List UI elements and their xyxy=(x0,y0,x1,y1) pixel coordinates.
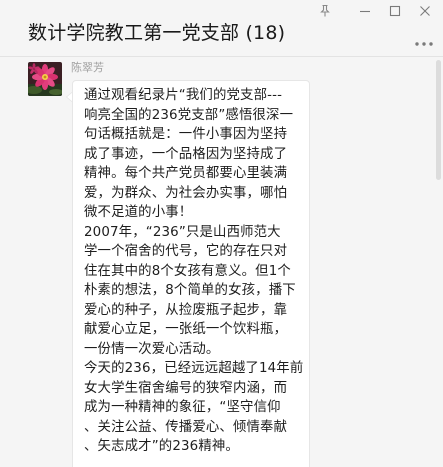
message-line: 2007年，“236”只是山西师范大 xyxy=(84,224,281,240)
message-line: 响亮全国的236党支部”感悟很深一 xyxy=(84,107,294,123)
message-line: 女大学生宿舍编号的狭窄内涵，而 xyxy=(84,380,288,396)
minimize-icon[interactable] xyxy=(358,4,372,18)
title-divider xyxy=(0,56,443,57)
message-line: 成为一种精神的象征，“坚守信仰 xyxy=(84,400,281,415)
message-line: 成了事迹，一个品格因为坚持成了 xyxy=(84,146,288,162)
chat-window: 数计学院教工第一党支部 (18) 陈翠芳 通过观看纪录片“我们的党支部--- 响… xyxy=(0,0,443,467)
message-line: 通过观看纪录片“我们的党支部--- xyxy=(84,88,283,103)
more-dots-icon[interactable] xyxy=(414,32,434,46)
message-line: 住在其中的8个女孩有意义。但1个 xyxy=(84,263,291,279)
message-line: 爱，为群众、为社会办实事，哪怕 xyxy=(84,185,288,201)
message-line: 句话概括就是：一件小事因为坚持 xyxy=(84,127,288,142)
sender-name: 陈翠芳 xyxy=(71,61,104,74)
message-line: 、矢志成才”的236精神。 xyxy=(84,439,239,454)
flower-avatar[interactable] xyxy=(28,62,62,96)
message-line: 朴素的想法，8个简单的女孩，播下 xyxy=(84,283,296,298)
chat-title: 数计学院教工第一党支部 (18) xyxy=(28,22,286,44)
message-line: 今天的236，已经远远超越了14年前 xyxy=(84,361,304,376)
message-line: 爱心的种子，从捡废瓶子起步，靠 xyxy=(84,302,288,318)
message-line: 献爱心立足，一张纸一个饮料瓶， xyxy=(84,322,288,337)
message-bubble[interactable]: 通过观看纪录片“我们的党支部--- 响亮全国的236党支部”感悟很深一 句话概括… xyxy=(72,80,310,467)
chat-scrollbar[interactable] xyxy=(436,60,441,180)
message-line: 一份情一次爱心活动。 xyxy=(84,341,220,357)
message-line: 、关注公益、传播爱心、倾情奉献 xyxy=(84,419,288,435)
message-line: 学一个宿舍的代号，它的存在只对 xyxy=(84,244,288,259)
message-line: 精神。每个共产党员都要心里装满 xyxy=(84,166,288,181)
title-bar: 数计学院教工第一党支部 (18) xyxy=(0,0,443,56)
close-icon[interactable] xyxy=(418,4,432,18)
message-line: 微不足道的小事！ xyxy=(84,205,193,220)
maximize-icon[interactable] xyxy=(388,4,402,18)
pin-icon[interactable] xyxy=(318,4,332,18)
